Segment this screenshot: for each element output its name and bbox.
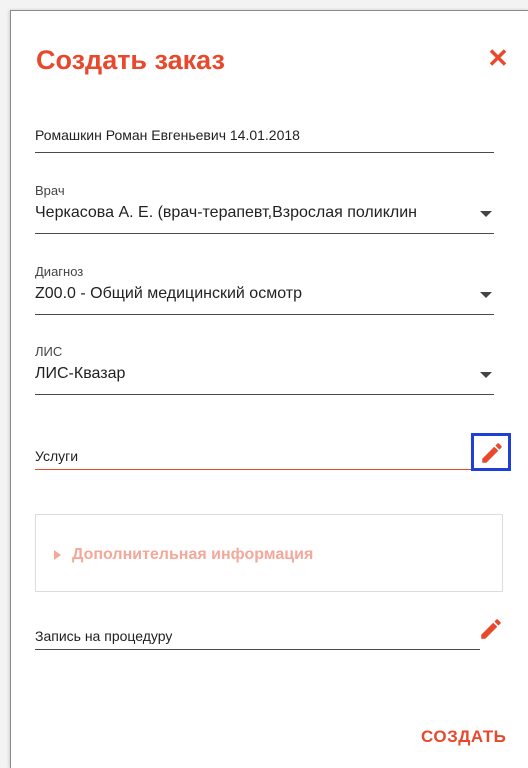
additional-info-toggle[interactable]: Дополнительная информация [35,514,503,592]
diagnosis-label: Диагноз [35,264,84,279]
services-field[interactable]: Услуги [35,439,472,470]
procedure-label: Запись на процедуру [35,628,173,644]
dialog-title: Создать заказ [36,45,225,75]
doctor-value: Черкасова А. Е. (врач-терапевт,Взрослая … [35,204,417,221]
procedure-edit-button[interactable] [476,614,506,644]
lis-select[interactable]: ЛИС ЛИС-Квазар [35,342,494,395]
pencil-icon [481,619,501,639]
patient-value: Ромашкин Роман Евгеньевич 14.01.2018 [35,127,300,143]
services-edit-button[interactable] [471,433,511,471]
create-button[interactable]: СОЗДАТЬ [421,726,506,748]
services-label: Услуги [35,448,79,464]
doctor-select[interactable]: Врач Черкасова А. Е. (врач-терапевт,Взро… [35,181,494,234]
procedure-field[interactable]: Запись на процедуру [35,619,480,650]
diagnosis-select[interactable]: Диагноз Z00.0 - Общий медицинский осмотр [35,262,494,315]
lis-label: ЛИС [35,344,63,359]
pencil-icon [482,443,502,463]
close-icon[interactable]: ✕ [484,44,512,72]
doctor-label: Врач [35,183,65,198]
lis-value: ЛИС-Квазар [35,365,126,382]
chevron-down-icon [480,211,492,217]
triangle-right-icon [54,550,61,560]
create-order-dialog: Создать заказ ✕ Ромашкин Роман Евгеньеви… [10,10,528,768]
additional-info-label: Дополнительная информация [72,546,314,563]
chevron-down-icon [480,372,492,378]
diagnosis-value: Z00.0 - Общий медицинский осмотр [35,285,302,302]
chevron-down-icon [480,292,492,298]
patient-field[interactable]: Ромашкин Роман Евгеньевич 14.01.2018 [35,118,494,153]
